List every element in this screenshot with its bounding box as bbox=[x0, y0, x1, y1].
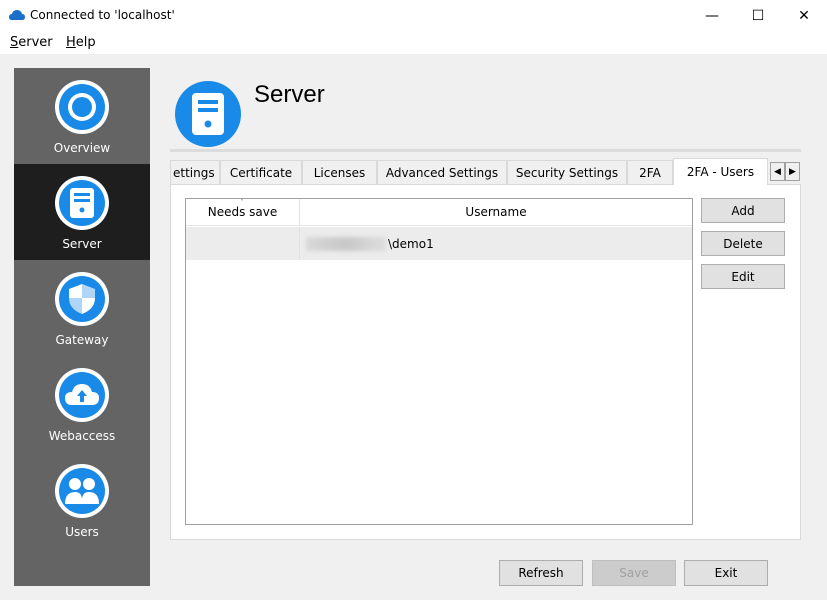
sidebar-item-users[interactable]: Users bbox=[14, 452, 150, 548]
sidebar-item-server[interactable]: Server bbox=[14, 164, 150, 260]
column-header-needs-save[interactable]: ˅ Needs save bbox=[186, 198, 300, 226]
menu-help-label: elp bbox=[75, 35, 96, 50]
tab-strip-divider bbox=[170, 149, 801, 152]
tab-licenses[interactable]: Licenses bbox=[302, 160, 377, 184]
tab-2fa-users[interactable]: 2FA - Users bbox=[673, 158, 768, 185]
sidebar-item-gateway[interactable]: Gateway bbox=[14, 260, 150, 356]
sidebar-item-label: Webaccess bbox=[48, 429, 116, 443]
menu-server-label: erver bbox=[18, 35, 53, 50]
tab-scroll-right-button[interactable]: ▶ bbox=[785, 162, 800, 181]
title-bar[interactable]: Connected to 'localhost' — ☐ ✕ bbox=[0, 0, 827, 31]
column-header-label: Needs save bbox=[207, 205, 278, 219]
table-row[interactable]: \demo1 bbox=[186, 227, 692, 260]
sidebar-item-overview[interactable]: Overview bbox=[14, 68, 150, 164]
tab-security-settings[interactable]: Security Settings bbox=[507, 160, 627, 184]
tab-bar: ettings Certificate Licenses Advanced Se… bbox=[170, 158, 770, 185]
column-header-label: Username bbox=[465, 205, 527, 219]
sort-indicator-icon: ˅ bbox=[240, 198, 244, 207]
menu-help[interactable]: Help bbox=[66, 35, 96, 50]
edit-button[interactable]: Edit bbox=[701, 264, 785, 289]
client-area: Overview Server Gateway Webaccess Users … bbox=[0, 54, 827, 600]
maximize-button[interactable]: ☐ bbox=[735, 0, 781, 31]
sidebar-item-webaccess[interactable]: Webaccess bbox=[14, 356, 150, 452]
sidebar-item-label: Server bbox=[62, 237, 102, 251]
redacted-domain bbox=[306, 236, 386, 251]
overview-icon bbox=[59, 84, 105, 130]
overview-icon-ring bbox=[55, 80, 109, 134]
server-icon-ring bbox=[55, 176, 109, 230]
server-icon bbox=[175, 81, 241, 147]
menu-server[interactable]: Server bbox=[10, 35, 53, 50]
tab-advanced-settings[interactable]: Advanced Settings bbox=[377, 160, 507, 184]
delete-button[interactable]: Delete bbox=[701, 231, 785, 256]
sidebar-item-label: Gateway bbox=[55, 333, 109, 347]
save-button[interactable]: Save bbox=[592, 560, 676, 586]
column-header-username[interactable]: Username bbox=[300, 199, 692, 226]
tab-certificate[interactable]: Certificate bbox=[220, 160, 302, 184]
users-list[interactable]: ˅ Needs save Username \demo1 bbox=[185, 198, 693, 525]
refresh-button[interactable]: Refresh bbox=[499, 560, 583, 586]
sidebar-item-label: Overview bbox=[53, 141, 111, 155]
server-icon bbox=[59, 180, 105, 226]
tab-2fa[interactable]: 2FA bbox=[627, 160, 673, 184]
users-icon-ring bbox=[55, 464, 109, 518]
cloud-icon bbox=[59, 372, 105, 418]
shield-icon bbox=[59, 276, 105, 322]
gateway-icon-ring bbox=[55, 272, 109, 326]
add-button[interactable]: Add bbox=[701, 198, 785, 223]
tab-scroll-left-button[interactable]: ◀ bbox=[770, 162, 785, 181]
window-title: Connected to 'localhost' bbox=[30, 8, 175, 22]
username-text: \demo1 bbox=[388, 236, 434, 251]
menu-help-mnemonic: H bbox=[66, 35, 76, 50]
minimize-button[interactable]: — bbox=[689, 0, 735, 31]
tab-panel-2fa-users: ˅ Needs save Username \demo1 Add Delete … bbox=[170, 184, 801, 540]
tab-settings[interactable]: ettings bbox=[170, 160, 220, 184]
menu-bar: Server Help bbox=[0, 31, 827, 54]
sidebar: Overview Server Gateway Webaccess Users bbox=[14, 68, 150, 586]
users-icon bbox=[59, 468, 105, 514]
close-button[interactable]: ✕ bbox=[781, 0, 827, 31]
exit-button[interactable]: Exit bbox=[684, 560, 768, 586]
cell-needs-save bbox=[186, 227, 300, 260]
webaccess-icon-ring bbox=[55, 368, 109, 422]
app-cloud-icon bbox=[9, 10, 25, 20]
sidebar-item-label: Users bbox=[65, 525, 99, 539]
cell-username: \demo1 bbox=[306, 227, 434, 260]
page-title: Server bbox=[254, 81, 325, 108]
